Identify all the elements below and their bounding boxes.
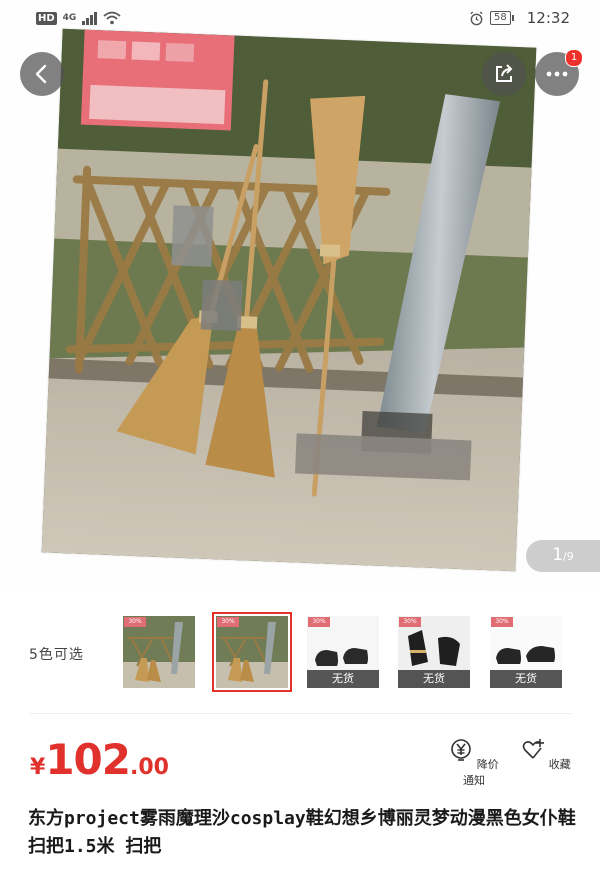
sku-tag: 30% (399, 617, 421, 627)
product-photo[interactable] (41, 28, 537, 572)
share-icon (496, 64, 513, 82)
more-dots-icon (546, 71, 568, 77)
sku-option-shoe-1[interactable]: 30% 无货 (307, 616, 379, 688)
price-integer: 102 (45, 735, 131, 784)
sku-tag: 30% (124, 617, 146, 627)
notification-badge: 1 (565, 49, 583, 67)
favorite-label: 收藏 (548, 758, 571, 771)
yen-bell-icon (451, 739, 472, 761)
heart-plus-icon (522, 739, 545, 759)
out-of-stock-label: 无货 (307, 670, 379, 688)
color-options-label: 5色可选 (29, 647, 84, 663)
status-time: 12:32 (526, 9, 570, 27)
sku-selector: 5色可选 30% 30% 30% 无货 30% 无货 30% 无货 (0, 604, 600, 694)
product-gallery[interactable]: 1 1 /9 (0, 0, 600, 590)
alarm-clock-icon (470, 10, 483, 25)
sku-option-broom-2-selected[interactable]: 30% (212, 612, 292, 692)
price-alert-label: 降价通知 (463, 758, 499, 787)
battery-indicator: 58 (490, 11, 514, 25)
total-pages: /9 (563, 550, 574, 563)
sku-option-broom-1[interactable]: 30% (123, 616, 195, 688)
favorite-button[interactable]: 收藏 (516, 738, 576, 772)
network-type: 4G (62, 13, 77, 23)
sku-tag: 30% (217, 617, 239, 627)
price-currency: ¥ (30, 755, 46, 780)
price-alert-button[interactable]: 降价通知 (444, 738, 504, 788)
wifi-icon (103, 11, 121, 25)
current-page: 1 (552, 545, 564, 565)
product-price: ¥102.00 (30, 735, 169, 784)
sku-option-shoe-3[interactable]: 30% 无货 (490, 616, 562, 688)
sku-tag: 30% (491, 617, 513, 627)
out-of-stock-label: 无货 (490, 670, 562, 688)
divider (30, 713, 572, 714)
sku-tag: 30% (308, 617, 330, 627)
page-counter: 1 /9 (526, 540, 600, 572)
product-title: 东方project雾雨魔理沙cosplay鞋幻想乡博丽灵梦动漫黑色女仆鞋 扫把1… (28, 808, 576, 857)
out-of-stock-label: 无货 (398, 670, 470, 688)
back-arrow-icon (35, 64, 47, 84)
back-button[interactable] (20, 52, 64, 96)
price-decimal: .00 (129, 755, 169, 780)
signal-icon (82, 11, 98, 25)
broom-photo-image (41, 28, 537, 572)
status-bar: HD 4G 58 12:32 (0, 0, 600, 36)
hd-indicator: HD (36, 11, 57, 25)
share-button[interactable] (482, 52, 526, 96)
sku-option-shoe-2[interactable]: 30% 无货 (398, 616, 470, 688)
more-button[interactable]: 1 (535, 49, 583, 96)
